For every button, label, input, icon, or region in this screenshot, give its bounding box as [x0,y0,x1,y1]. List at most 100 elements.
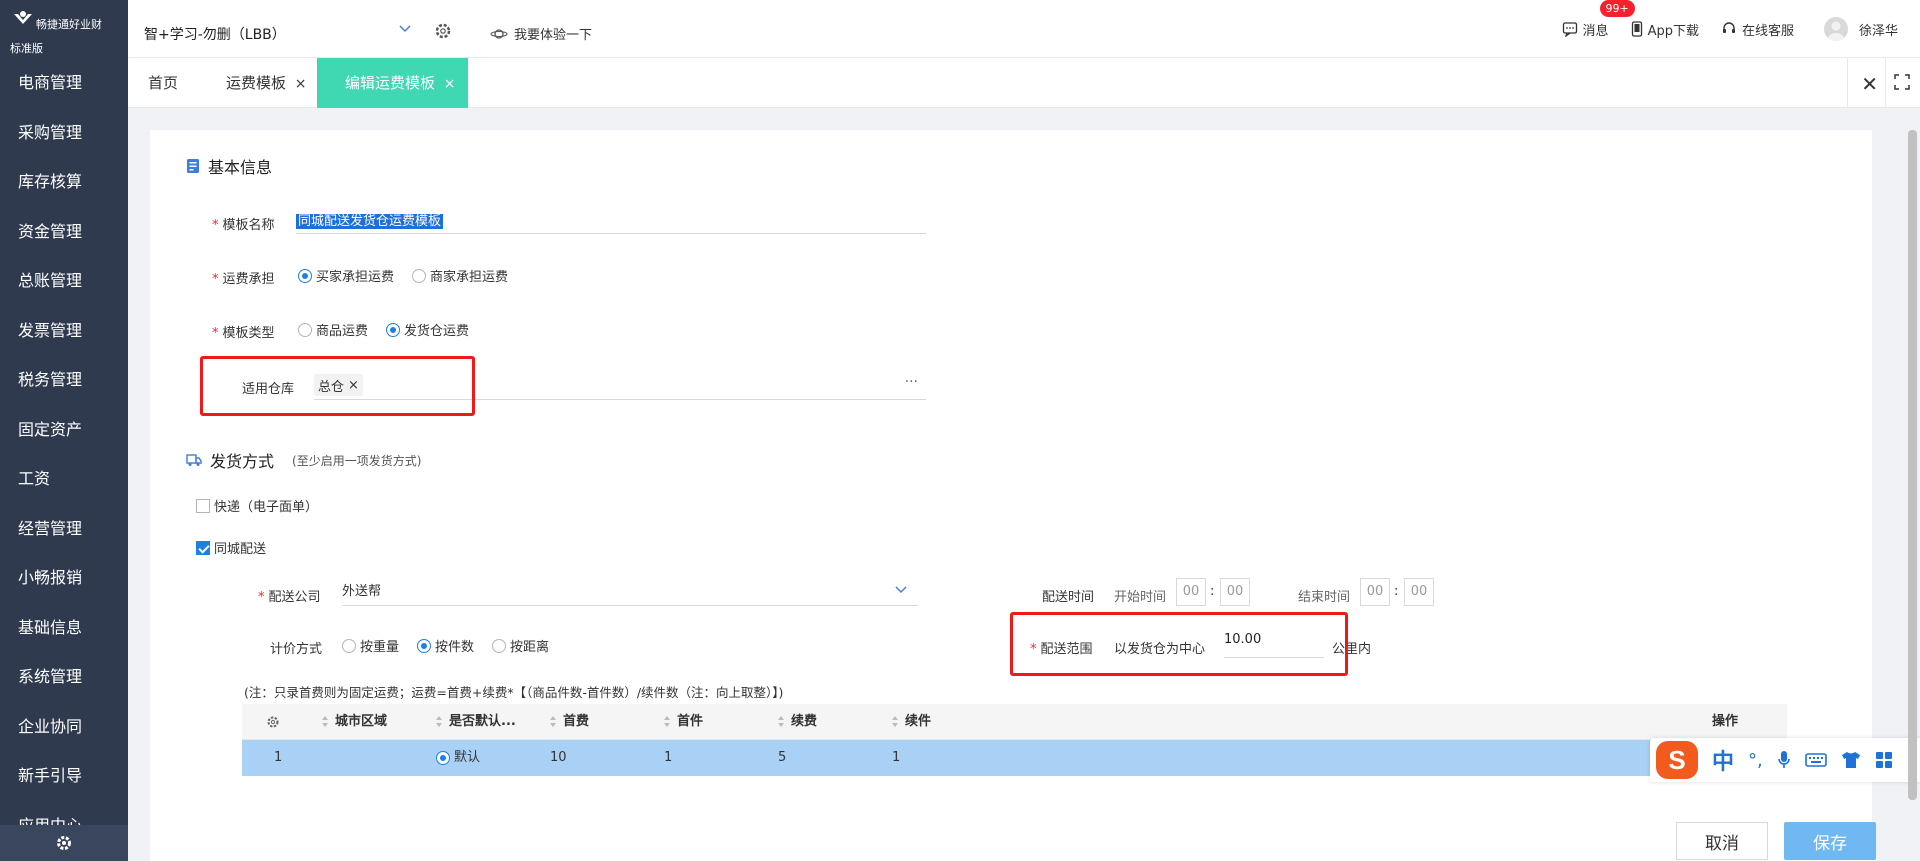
chevron-down-icon[interactable] [398,22,412,36]
more-icon[interactable]: ··· [905,374,918,390]
row-index: 1 [274,750,283,765]
template-name-label: * 模板名称 [212,218,275,233]
radio-by-count[interactable]: 按件数 [417,636,474,655]
th-city-region[interactable]: 城市区域 [322,704,387,740]
gear-icon [57,836,71,850]
grid-menu-icon[interactable] [1875,751,1893,769]
close-all-tabs-icon[interactable]: ✕ [1861,72,1878,96]
tab-freight-templates[interactable]: 运费模板 × [226,58,307,108]
tab-close-icon[interactable]: × [444,76,456,92]
logo-icon [14,11,32,24]
fullscreen-icon[interactable] [1894,74,1910,90]
keyboard-icon[interactable] [1804,752,1827,768]
divider [1885,58,1886,108]
sidebar-item-funds[interactable]: 资金管理 [0,207,128,257]
company-label: * 配送公司 [258,590,321,605]
sidebar: 畅捷通好业财 标准版 电商管理 采购管理 库存核算 资金管理 总账管理 发票管理… [0,0,128,861]
time-colon: : [1394,584,1399,599]
sidebar-item-inventory[interactable]: 库存核算 [0,157,128,207]
tab-edit-freight-template[interactable]: 编辑运费模板 × [317,58,468,108]
radio-by-weight[interactable]: 按重量 [342,636,399,655]
try-experience-link[interactable]: 我要体验一下 [490,24,592,43]
radio-icon [298,322,312,337]
tab-edit-label: 编辑运费模板 [345,74,436,92]
sidebar-item-fixed-assets[interactable]: 固定资产 [0,405,128,455]
row-first-item[interactable]: 1 [664,740,672,776]
freight-note: (注：只录首费则为固定运费；运费=首费+续费*【（商品件数-首件数）/续件数（注… [244,685,784,700]
tab-close-icon[interactable]: × [295,76,307,92]
tab-home[interactable]: 首页 [148,58,178,108]
sidebar-item-expense[interactable]: 小畅报销 [0,553,128,603]
radio-selected-icon [436,751,450,765]
start-minute-input[interactable]: 00 [1220,578,1250,606]
th-continued-fee[interactable]: 续费 [778,704,817,740]
column-settings-icon[interactable] [266,704,280,740]
sidebar-item-payroll[interactable]: 工资 [0,454,128,504]
th-first-fee[interactable]: 首费 [550,704,589,740]
radio-seller-pays[interactable]: 商家承担运费 [412,266,508,285]
app-download-button[interactable]: App下载 [1631,20,1699,39]
ime-punct-toggle[interactable]: °, [1748,750,1763,771]
th-continued-item[interactable]: 续件 [892,704,931,740]
sidebar-item-guide[interactable]: 新手引导 [0,751,128,801]
highlight-box [1010,612,1348,676]
end-minute-input[interactable]: 00 [1404,578,1434,606]
save-button[interactable]: 保存 [1784,822,1876,860]
local-delivery-checkbox-row[interactable]: 同城配送 [196,538,266,557]
gear-icon[interactable] [434,22,452,40]
account-selector[interactable]: 智+学习-勿删（LBB） [144,24,286,44]
company-select[interactable]: 外送帮 [342,580,918,606]
sidebar-item-tax[interactable]: 税务管理 [0,355,128,405]
radio-buyer-pays[interactable]: 买家承担运费 [298,266,394,285]
radio-product-freight[interactable]: 商品运费 [298,320,368,339]
table-row[interactable]: 1 默认 10 1 5 1 [242,740,1787,776]
radio-warehouse-freight[interactable]: 发货仓运费 [386,320,469,339]
start-hour-input[interactable]: 00 [1176,578,1206,606]
radio-icon [492,638,507,653]
sidebar-item-system[interactable]: 系统管理 [0,652,128,702]
sidebar-item-ledger[interactable]: 总账管理 [0,256,128,306]
th-first-item[interactable]: 首件 [664,704,703,740]
sidebar-item-base-info[interactable]: 基础信息 [0,603,128,653]
radio-selected-icon [386,322,401,337]
skin-shirt-icon[interactable] [1841,751,1861,769]
row-first-fee[interactable]: 10 [550,740,567,776]
row-default-cell[interactable]: 默认 [436,740,480,776]
ime-toolbar: S 中 °, [1650,738,1920,782]
row-continued-item[interactable]: 1 [892,740,900,776]
highlight-box [200,356,475,416]
template-name-value: 同城配送发货仓运费模板 [296,214,444,229]
user-menu[interactable]: 徐泽华 [1823,17,1898,41]
sogou-logo-icon[interactable]: S [1656,741,1698,779]
sidebar-item-collaboration[interactable]: 企业协同 [0,702,128,752]
phone-icon [1631,21,1642,37]
document-icon [187,159,199,173]
row-continued-fee[interactable]: 5 [778,740,786,776]
online-service-button[interactable]: 在线客服 [1721,20,1794,39]
sidebar-item-operations[interactable]: 经营管理 [0,504,128,554]
express-checkbox-row[interactable]: 快递（电子面单） [196,496,318,515]
sidebar-settings[interactable] [0,825,128,861]
content-scrollbar[interactable] [1905,112,1920,812]
sidebar-item-purchase[interactable]: 采购管理 [0,108,128,158]
radio-by-distance[interactable]: 按距离 [492,636,549,655]
checkbox-checked-icon[interactable] [196,540,210,555]
shipping-title: 发货方式 (至少启用一项发货方式) [186,448,421,472]
th-is-default[interactable]: 是否默认... [436,704,516,740]
sidebar-item-invoice[interactable]: 发票管理 [0,306,128,356]
sidebar-item-ecommerce[interactable]: 电商管理 [0,58,128,108]
template-name-input[interactable]: 同城配送发货仓运费模板 [296,210,926,234]
bearer-label: * 运费承担 [212,272,275,287]
scroll-thumb[interactable] [1908,130,1917,800]
tabs-bar: 首页 运费模板 × 编辑运费模板 × ✕ [128,58,1920,108]
radio-selected-icon [298,268,312,283]
checkbox-icon[interactable] [196,498,210,513]
try-label: 我要体验一下 [514,28,593,43]
microphone-icon[interactable] [1777,750,1791,770]
cancel-button[interactable]: 取消 [1676,822,1768,860]
end-hour-input[interactable]: 00 [1360,578,1390,606]
messages-button[interactable]: 消息 99+ [1562,0,1635,39]
planet-icon [490,28,508,39]
online-service-label: 在线客服 [1741,23,1794,39]
ime-mode-toggle[interactable]: 中 [1712,744,1734,776]
